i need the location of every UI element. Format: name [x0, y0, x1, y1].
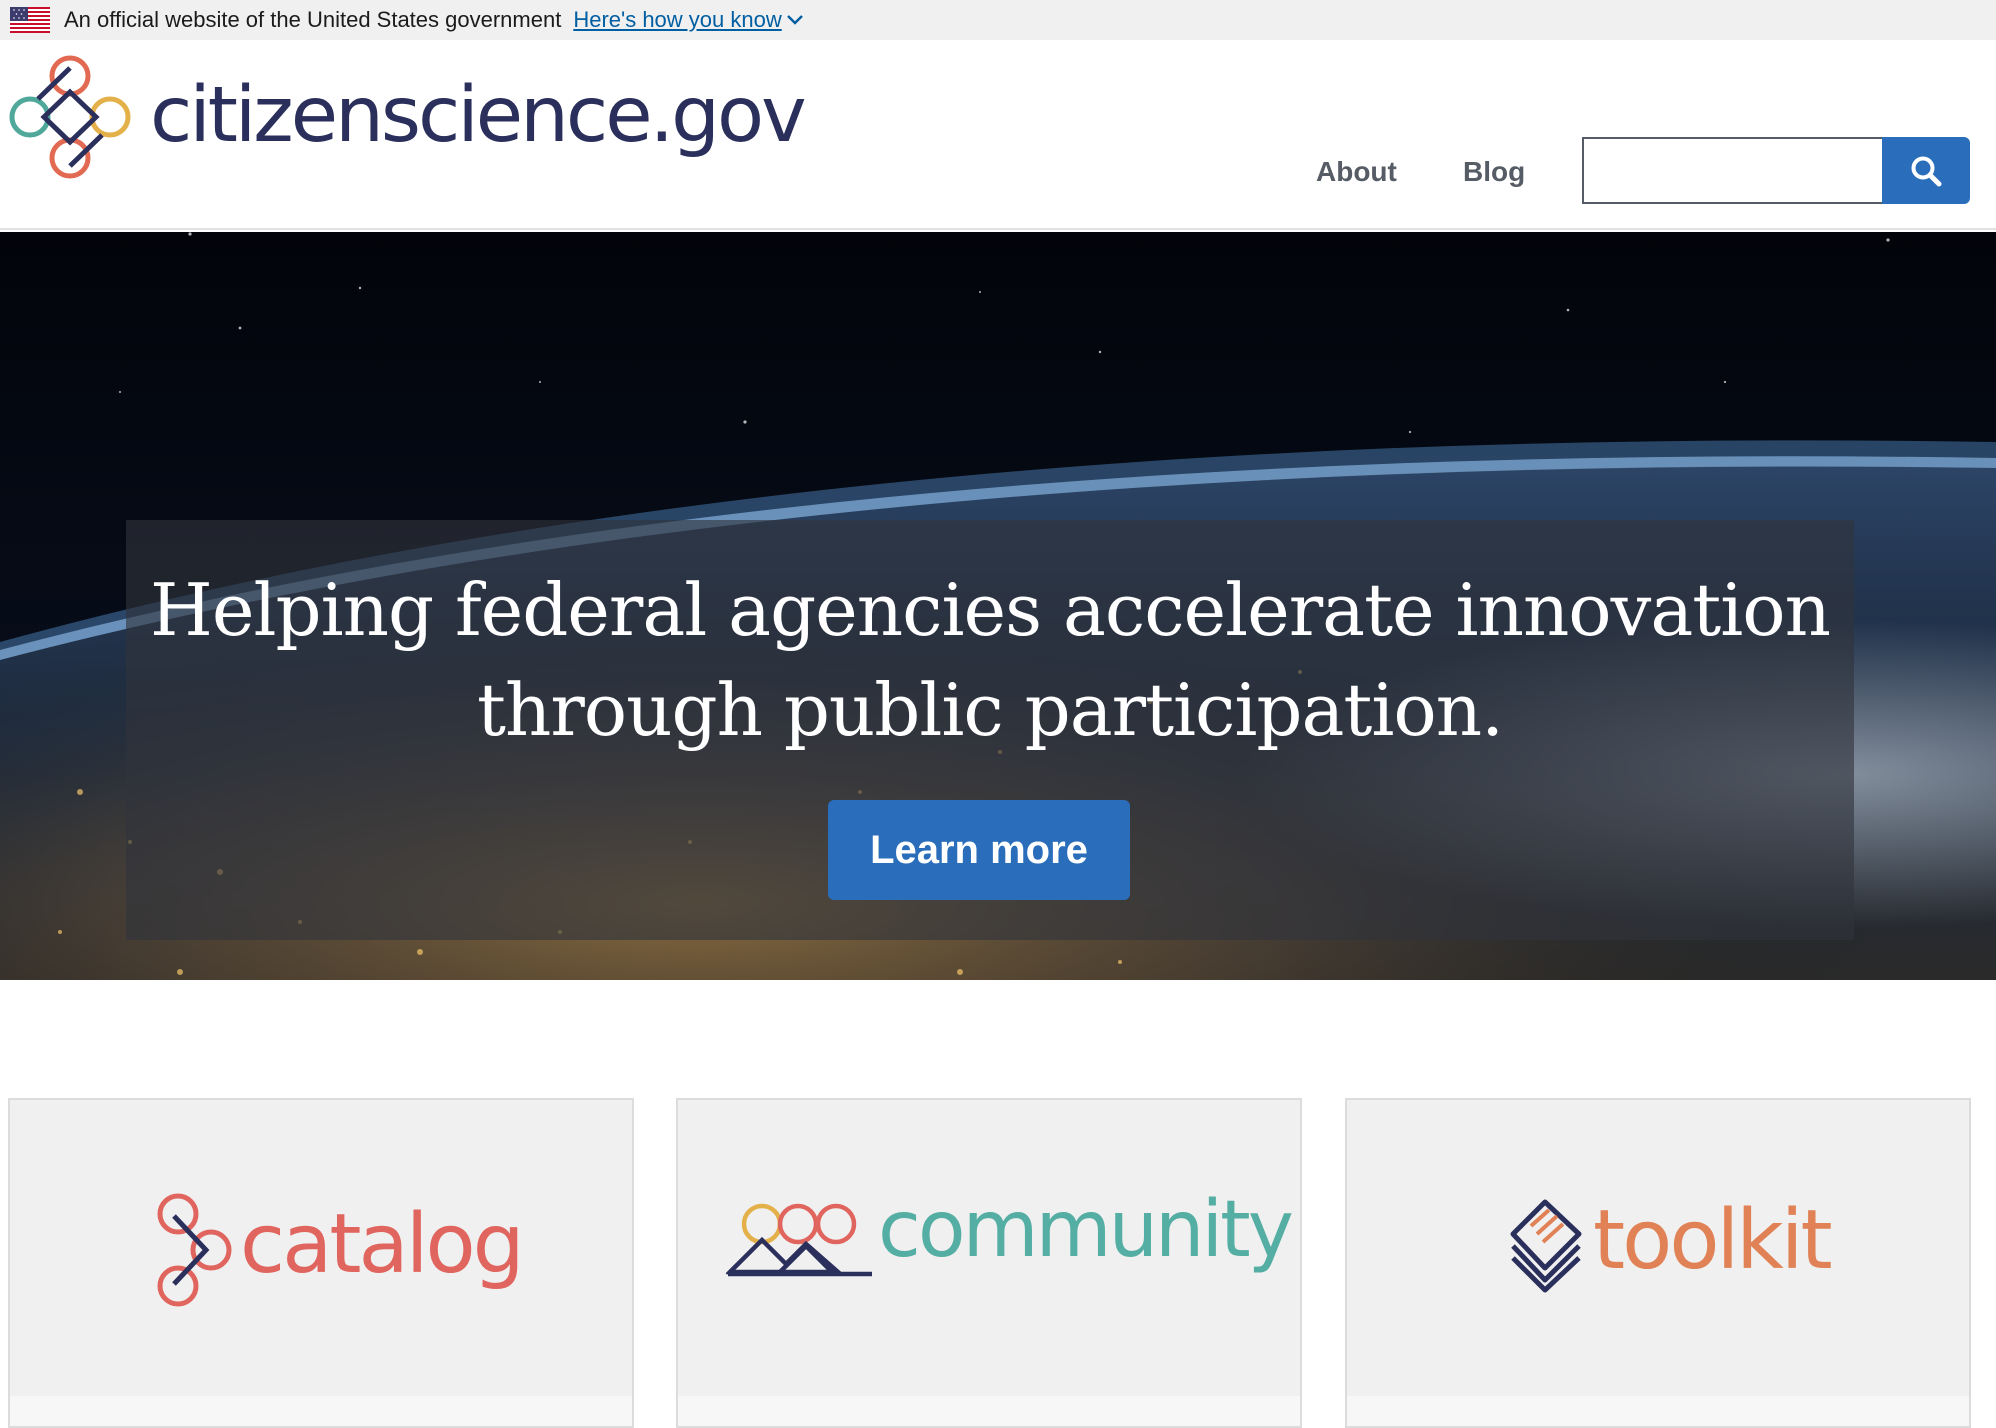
site-logo-link[interactable]: citizenscience.gov	[8, 54, 807, 182]
heres-how-you-know-link[interactable]: Here's how you know	[573, 7, 803, 33]
hero-section: Helping federal agencies accelerate inno…	[0, 232, 1996, 980]
search-form	[1582, 137, 1970, 204]
hero-title: Helping federal agencies accelerate inno…	[150, 568, 1831, 752]
toolkit-card-label: toolkit	[1593, 1193, 1833, 1288]
gov-banner-text: An official website of the United States…	[64, 7, 562, 32]
chevron-down-icon	[786, 15, 803, 25]
community-card-footer	[678, 1396, 1300, 1426]
catalog-card-footer	[10, 1396, 632, 1426]
catalog-logo: catalog	[156, 1192, 525, 1308]
catalog-card-label: catalog	[240, 1197, 525, 1292]
community-card[interactable]: community	[676, 1098, 1302, 1428]
site-name: citizenscience.gov	[150, 70, 807, 160]
nav-blog[interactable]: Blog	[1463, 152, 1525, 192]
gov-banner: An official website of the United States…	[0, 0, 1996, 40]
learn-more-button[interactable]: Learn more	[828, 800, 1130, 900]
toolkit-logo-icon	[1510, 1199, 1582, 1293]
catalog-card[interactable]: catalog	[8, 1098, 634, 1428]
toolkit-card-footer	[1347, 1396, 1969, 1426]
catalog-logo-icon	[157, 1193, 232, 1307]
community-logo: community	[726, 1191, 1294, 1278]
community-card-label: community	[878, 1185, 1294, 1275]
toolkit-card[interactable]: toolkit	[1345, 1098, 1971, 1428]
search-icon	[1911, 156, 1942, 186]
citizenscience-logo-icon	[9, 55, 131, 179]
community-logo-icon	[726, 1203, 872, 1277]
nav-about[interactable]: About	[1316, 152, 1397, 192]
search-button[interactable]	[1882, 137, 1970, 204]
site-header: citizenscience.gov About Blog	[0, 40, 1996, 230]
hero-panel: Helping federal agencies accelerate inno…	[126, 520, 1854, 940]
toolkit-logo: toolkit	[1507, 1193, 1833, 1294]
us-flag-icon	[10, 7, 50, 33]
heres-how-you-know-label: Here's how you know	[573, 7, 782, 32]
search-input[interactable]	[1582, 137, 1882, 204]
